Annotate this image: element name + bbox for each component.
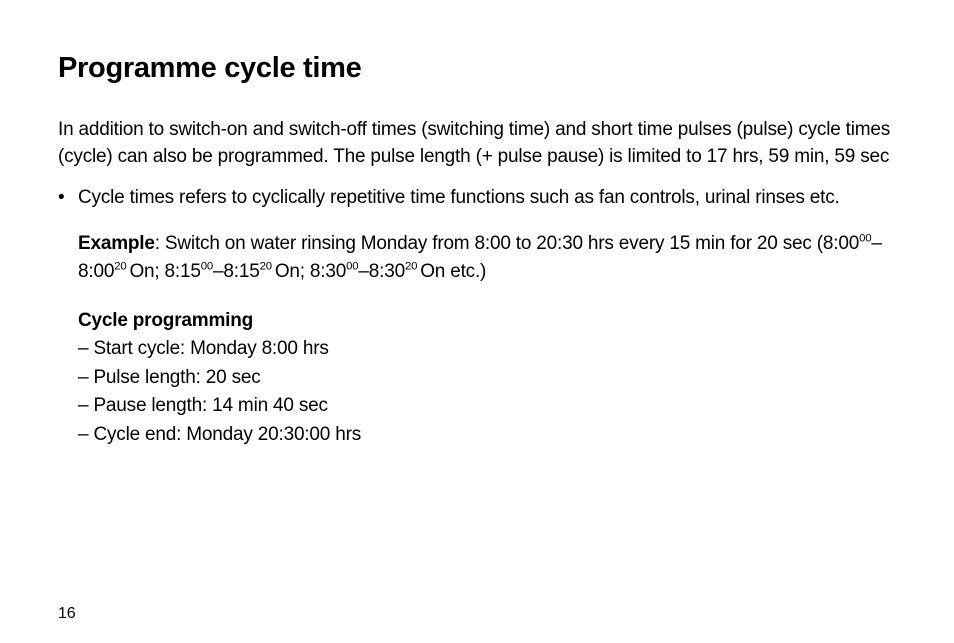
cycle-line-1: – Start cycle: Monday 8:00 hrs [78,338,329,359]
page-number: 16 [58,605,75,623]
intro-paragraph: In addition to switch-on and switch-off … [58,117,896,171]
example-label: Example [78,233,155,254]
example-text-4: –8:15 [213,261,260,282]
cycle-programming-block: Cycle programming – Start cycle: Monday … [58,307,896,450]
example-sup-5: 00 [346,261,358,273]
example-sup-4: 20 [260,261,275,273]
example-text-5: On; 8:30 [275,261,346,282]
example-text-1: : Switch on water rinsing Monday from 8:… [155,233,859,254]
page-title: Programme cycle time [58,52,896,85]
example-paragraph: Example: Switch on water rinsing Monday … [58,230,896,287]
example-sup-3: 00 [201,261,213,273]
cycle-line-3: – Pause length: 14 min 40 sec [78,395,328,416]
example-text-7: On etc.) [420,261,486,282]
example-text-3: On; 8:15 [129,261,200,282]
cycle-line-2: – Pulse length: 20 sec [78,367,261,388]
example-sup-2: 20 [114,261,129,273]
cycle-heading: Cycle programming [78,310,253,331]
example-text-6: –8:30 [358,261,405,282]
cycle-line-4: – Cycle end: Monday 20:30:00 hrs [78,424,361,445]
example-sup-1: 00 [859,233,871,245]
bullet-item-1: Cycle times refers to cyclically repetit… [58,185,896,212]
bullet-list: Cycle times refers to cyclically repetit… [58,185,896,212]
example-sup-6: 20 [405,261,420,273]
